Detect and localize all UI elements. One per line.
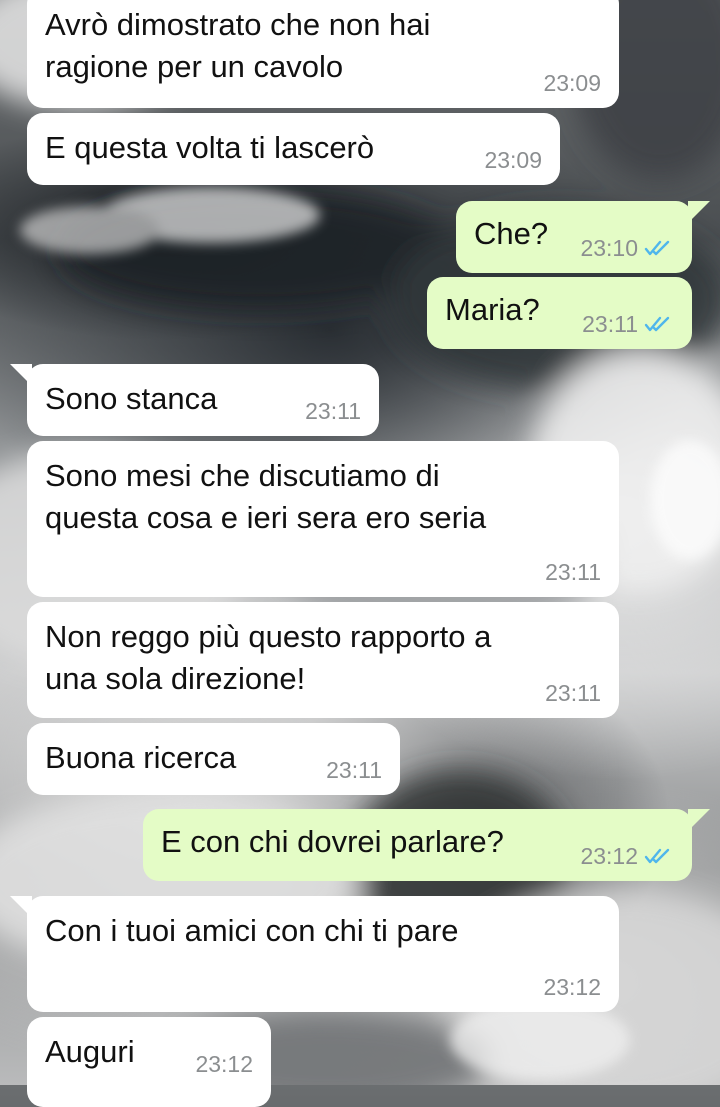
message-time: 23:09: [484, 147, 542, 173]
message-time: 23:09: [543, 70, 601, 96]
message-meta: 23:10: [580, 233, 674, 263]
message-meta: 23:12: [543, 972, 601, 1002]
message-text: Non reggo più questo rapporto a una sola…: [45, 619, 492, 696]
message-time: 23:11: [545, 559, 601, 585]
message-meta: 23:11: [305, 396, 361, 426]
message-time: 23:12: [195, 1051, 253, 1077]
incoming-message[interactable]: Non reggo più questo rapporto a una sola…: [27, 602, 619, 718]
read-ticks-icon: [644, 239, 674, 257]
message-text: Sono mesi che discutiamo di questa cosa …: [45, 458, 487, 535]
message-time: 23:11: [326, 757, 382, 783]
message-time: 23:12: [543, 974, 601, 1000]
outgoing-message[interactable]: E con chi dovrei parlare? 23:12: [143, 809, 692, 881]
message-text: Buona ricerca: [45, 740, 237, 775]
message-meta: 23:12: [580, 841, 674, 871]
outgoing-message[interactable]: Che? 23:10: [456, 201, 692, 273]
conversation[interactable]: Avrò dimostrato che non hai ragione per …: [0, 0, 720, 1107]
message-meta: 23:11: [545, 678, 601, 708]
message-text: Maria?: [445, 292, 540, 327]
read-ticks-icon: [644, 847, 674, 865]
message-meta: 23:11: [326, 755, 382, 785]
incoming-message[interactable]: Avrò dimostrato che non hai ragione per …: [27, 0, 619, 108]
incoming-message[interactable]: E questa volta ti lascerò 23:09: [27, 113, 560, 185]
incoming-message[interactable]: Buona ricerca 23:11: [27, 723, 400, 795]
incoming-message[interactable]: Auguri 23:12: [27, 1017, 271, 1107]
message-text: Sono stanca: [45, 381, 218, 416]
message-meta: 23:11: [582, 309, 674, 339]
incoming-message[interactable]: Sono stanca 23:11: [27, 364, 379, 436]
incoming-message[interactable]: Sono mesi che discutiamo di questa cosa …: [27, 441, 619, 597]
message-meta: 23:11: [545, 557, 601, 587]
message-time: 23:10: [580, 235, 638, 261]
message-time: 23:11: [305, 398, 361, 424]
message-text: Auguri: [45, 1034, 135, 1069]
read-ticks-icon: [644, 315, 674, 333]
message-meta: 23:12: [195, 1049, 253, 1079]
message-text: Che?: [474, 216, 549, 251]
incoming-message[interactable]: Con i tuoi amici con chi ti pare 23:12: [27, 896, 619, 1012]
message-text: E con chi dovrei parlare?: [161, 824, 504, 859]
message-text: Avrò dimostrato che non hai ragione per …: [45, 7, 431, 84]
message-time: 23:11: [582, 311, 638, 337]
message-time: 23:12: [580, 843, 638, 869]
message-text: E questa volta ti lascerò: [45, 130, 375, 165]
message-meta: 23:09: [484, 145, 542, 175]
message-time: 23:11: [545, 680, 601, 706]
outgoing-message[interactable]: Maria? 23:11: [427, 277, 692, 349]
message-text: Con i tuoi amici con chi ti pare: [45, 913, 459, 948]
message-meta: 23:09: [543, 68, 601, 98]
